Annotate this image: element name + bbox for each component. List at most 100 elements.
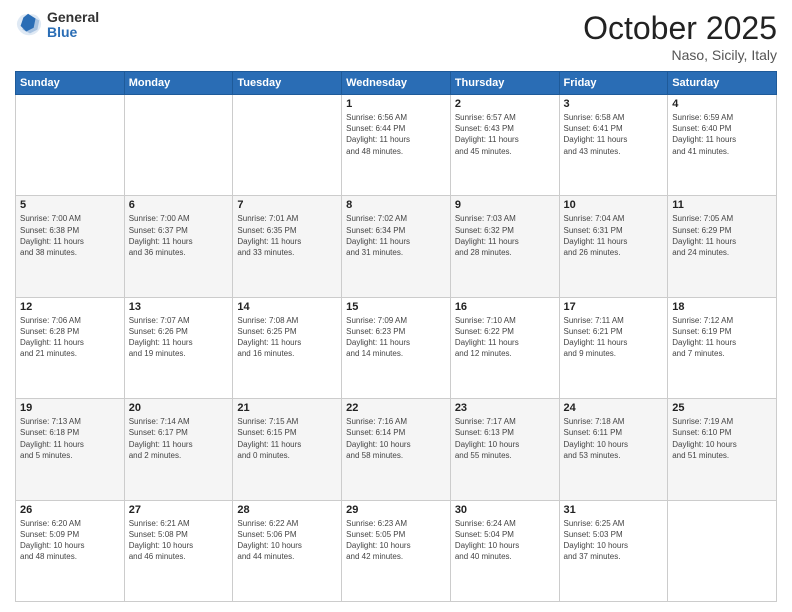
day-number: 29	[346, 504, 446, 516]
col-friday: Friday	[559, 72, 668, 95]
cell-w3-d2: 14Sunrise: 7:08 AM Sunset: 6:25 PM Dayli…	[233, 297, 342, 398]
day-info: Sunrise: 6:58 AM Sunset: 6:41 PM Dayligh…	[564, 112, 664, 157]
cell-w3-d0: 12 Sunrise: 7:06 AM Sunset: 6:28 PM Dayli…	[16, 297, 125, 398]
day-number: 23	[455, 402, 555, 414]
day-info: Sunrise: 6:56 AM Sunset: 6:44 PM Dayligh…	[346, 112, 446, 157]
day-info: Sunrise: 7:00 AM Sunset: 6:37 PM Dayligh…	[129, 213, 229, 258]
day-info: Sunrise: 7:14 AM Sunset: 6:17 PM Dayligh…	[129, 416, 229, 461]
col-thursday: Thursday	[450, 72, 559, 95]
day-number: 1	[346, 98, 446, 110]
header: General Blue October 2025 Naso, Sicily, …	[15, 10, 777, 63]
cell-w1-d2	[233, 95, 342, 196]
day-number: 3	[564, 98, 664, 110]
page: General Blue October 2025 Naso, Sicily, …	[0, 0, 792, 612]
cell-w4-d5: 24 Sunrise: 7:18 AM Sunset: 6:11 PM Dayli…	[559, 399, 668, 500]
cell-w5-d0: 26 Sunrise: 6:20 AM Sunset: 5:09 PM Dayli…	[16, 500, 125, 601]
day-number: 13	[129, 301, 229, 313]
day-info: Sunrise: 7:12 AM Sunset: 6:19 PM Dayligh…	[672, 315, 772, 360]
day-number: 2	[455, 98, 555, 110]
day-number: 30	[455, 504, 555, 516]
day-number: 15	[346, 301, 446, 313]
cell-w1-d1	[124, 95, 233, 196]
day-number: 20	[129, 402, 229, 414]
cell-w5-d1: 27Sunrise: 6:21 AM Sunset: 5:08 PM Dayli…	[124, 500, 233, 601]
day-number: 26	[20, 504, 120, 516]
logo: General Blue	[15, 10, 99, 41]
day-number: 24	[564, 402, 664, 414]
cell-w4-d6: 25 Sunrise: 7:19 AM Sunset: 6:10 PM Dayli…	[668, 399, 777, 500]
cell-w4-d1: 20 Sunrise: 7:14 AM Sunset: 6:17 PM Dayli…	[124, 399, 233, 500]
day-info: Sunrise: 6:23 AM Sunset: 5:05 PM Dayligh…	[346, 518, 446, 563]
day-number: 28	[237, 504, 337, 516]
cell-w3-d1: 13 Sunrise: 7:07 AM Sunset: 6:26 PM Dayli…	[124, 297, 233, 398]
logo-blue-text: Blue	[47, 25, 99, 40]
cell-w3-d5: 17 Sunrise: 7:11 AM Sunset: 6:21 PM Dayli…	[559, 297, 668, 398]
cell-w1-d5: 3 Sunrise: 6:58 AM Sunset: 6:41 PM Daylig…	[559, 95, 668, 196]
day-info: Sunrise: 6:21 AM Sunset: 5:08 PM Dayligh…	[129, 518, 229, 563]
day-info: Sunrise: 7:16 AM Sunset: 6:14 PM Dayligh…	[346, 416, 446, 461]
day-number: 7	[237, 199, 337, 211]
col-sunday: Sunday	[16, 72, 125, 95]
day-info: Sunrise: 7:11 AM Sunset: 6:21 PM Dayligh…	[564, 315, 664, 360]
month-title: October 2025	[583, 10, 777, 47]
day-number: 5	[20, 199, 120, 211]
day-number: 9	[455, 199, 555, 211]
cell-w1-d0	[16, 95, 125, 196]
day-number: 19	[20, 402, 120, 414]
week-row-1: 1 Sunrise: 6:56 AM Sunset: 6:44 PM Daylig…	[16, 95, 777, 196]
day-info: Sunrise: 7:06 AM Sunset: 6:28 PM Dayligh…	[20, 315, 120, 360]
col-saturday: Saturday	[668, 72, 777, 95]
day-info: Sunrise: 7:18 AM Sunset: 6:11 PM Dayligh…	[564, 416, 664, 461]
day-info: Sunrise: 6:20 AM Sunset: 5:09 PM Dayligh…	[20, 518, 120, 563]
day-info: Sunrise: 7:05 AM Sunset: 6:29 PM Dayligh…	[672, 213, 772, 258]
day-number: 4	[672, 98, 772, 110]
calendar-body: 1 Sunrise: 6:56 AM Sunset: 6:44 PM Daylig…	[16, 95, 777, 602]
cell-w3-d3: 15 Sunrise: 7:09 AM Sunset: 6:23 PM Dayli…	[342, 297, 451, 398]
day-number: 11	[672, 199, 772, 211]
cell-w4-d2: 21 Sunrise: 7:15 AM Sunset: 6:15 PM Dayli…	[233, 399, 342, 500]
day-info: Sunrise: 7:15 AM Sunset: 6:15 PM Dayligh…	[237, 416, 337, 461]
col-tuesday: Tuesday	[233, 72, 342, 95]
cell-w4-d0: 19 Sunrise: 7:13 AM Sunset: 6:18 PM Dayli…	[16, 399, 125, 500]
logo-text: General Blue	[47, 10, 99, 41]
day-info: Sunrise: 7:19 AM Sunset: 6:10 PM Dayligh…	[672, 416, 772, 461]
day-number: 17	[564, 301, 664, 313]
day-info: Sunrise: 7:00 AM Sunset: 6:38 PM Dayligh…	[20, 213, 120, 258]
cell-w4-d3: 22 Sunrise: 7:16 AM Sunset: 6:14 PM Dayli…	[342, 399, 451, 500]
day-number: 12	[20, 301, 120, 313]
cell-w2-d6: 11 Sunrise: 7:05 AM Sunset: 6:29 PM Dayli…	[668, 196, 777, 297]
day-number: 21	[237, 402, 337, 414]
day-info: Sunrise: 7:04 AM Sunset: 6:31 PM Dayligh…	[564, 213, 664, 258]
day-info: Sunrise: 7:03 AM Sunset: 6:32 PM Dayligh…	[455, 213, 555, 258]
day-number: 8	[346, 199, 446, 211]
logo-icon	[15, 11, 43, 39]
cell-w1-d4: 2Sunrise: 6:57 AM Sunset: 6:43 PM Daylig…	[450, 95, 559, 196]
cell-w2-d3: 8Sunrise: 7:02 AM Sunset: 6:34 PM Daylig…	[342, 196, 451, 297]
cell-w1-d3: 1 Sunrise: 6:56 AM Sunset: 6:44 PM Daylig…	[342, 95, 451, 196]
logo-general-text: General	[47, 10, 99, 25]
cell-w3-d6: 18 Sunrise: 7:12 AM Sunset: 6:19 PM Dayli…	[668, 297, 777, 398]
week-row-2: 5 Sunrise: 7:00 AM Sunset: 6:38 PM Daylig…	[16, 196, 777, 297]
calendar-table: Sunday Monday Tuesday Wednesday Thursday…	[15, 71, 777, 602]
col-monday: Monday	[124, 72, 233, 95]
day-number: 14	[237, 301, 337, 313]
day-number: 25	[672, 402, 772, 414]
week-row-3: 12 Sunrise: 7:06 AM Sunset: 6:28 PM Dayli…	[16, 297, 777, 398]
calendar-header: Sunday Monday Tuesday Wednesday Thursday…	[16, 72, 777, 95]
day-info: Sunrise: 7:13 AM Sunset: 6:18 PM Dayligh…	[20, 416, 120, 461]
day-number: 18	[672, 301, 772, 313]
day-info: Sunrise: 7:17 AM Sunset: 6:13 PM Dayligh…	[455, 416, 555, 461]
cell-w2-d0: 5 Sunrise: 7:00 AM Sunset: 6:38 PM Daylig…	[16, 196, 125, 297]
day-number: 31	[564, 504, 664, 516]
day-number: 22	[346, 402, 446, 414]
cell-w3-d4: 16Sunrise: 7:10 AM Sunset: 6:22 PM Dayli…	[450, 297, 559, 398]
location: Naso, Sicily, Italy	[583, 47, 777, 63]
day-info: Sunrise: 7:07 AM Sunset: 6:26 PM Dayligh…	[129, 315, 229, 360]
week-row-5: 26 Sunrise: 6:20 AM Sunset: 5:09 PM Dayli…	[16, 500, 777, 601]
title-block: October 2025 Naso, Sicily, Italy	[583, 10, 777, 63]
cell-w5-d5: 31Sunrise: 6:25 AM Sunset: 5:03 PM Dayli…	[559, 500, 668, 601]
week-row-4: 19 Sunrise: 7:13 AM Sunset: 6:18 PM Dayli…	[16, 399, 777, 500]
weekday-row: Sunday Monday Tuesday Wednesday Thursday…	[16, 72, 777, 95]
day-info: Sunrise: 7:09 AM Sunset: 6:23 PM Dayligh…	[346, 315, 446, 360]
cell-w5-d3: 29 Sunrise: 6:23 AM Sunset: 5:05 PM Dayli…	[342, 500, 451, 601]
